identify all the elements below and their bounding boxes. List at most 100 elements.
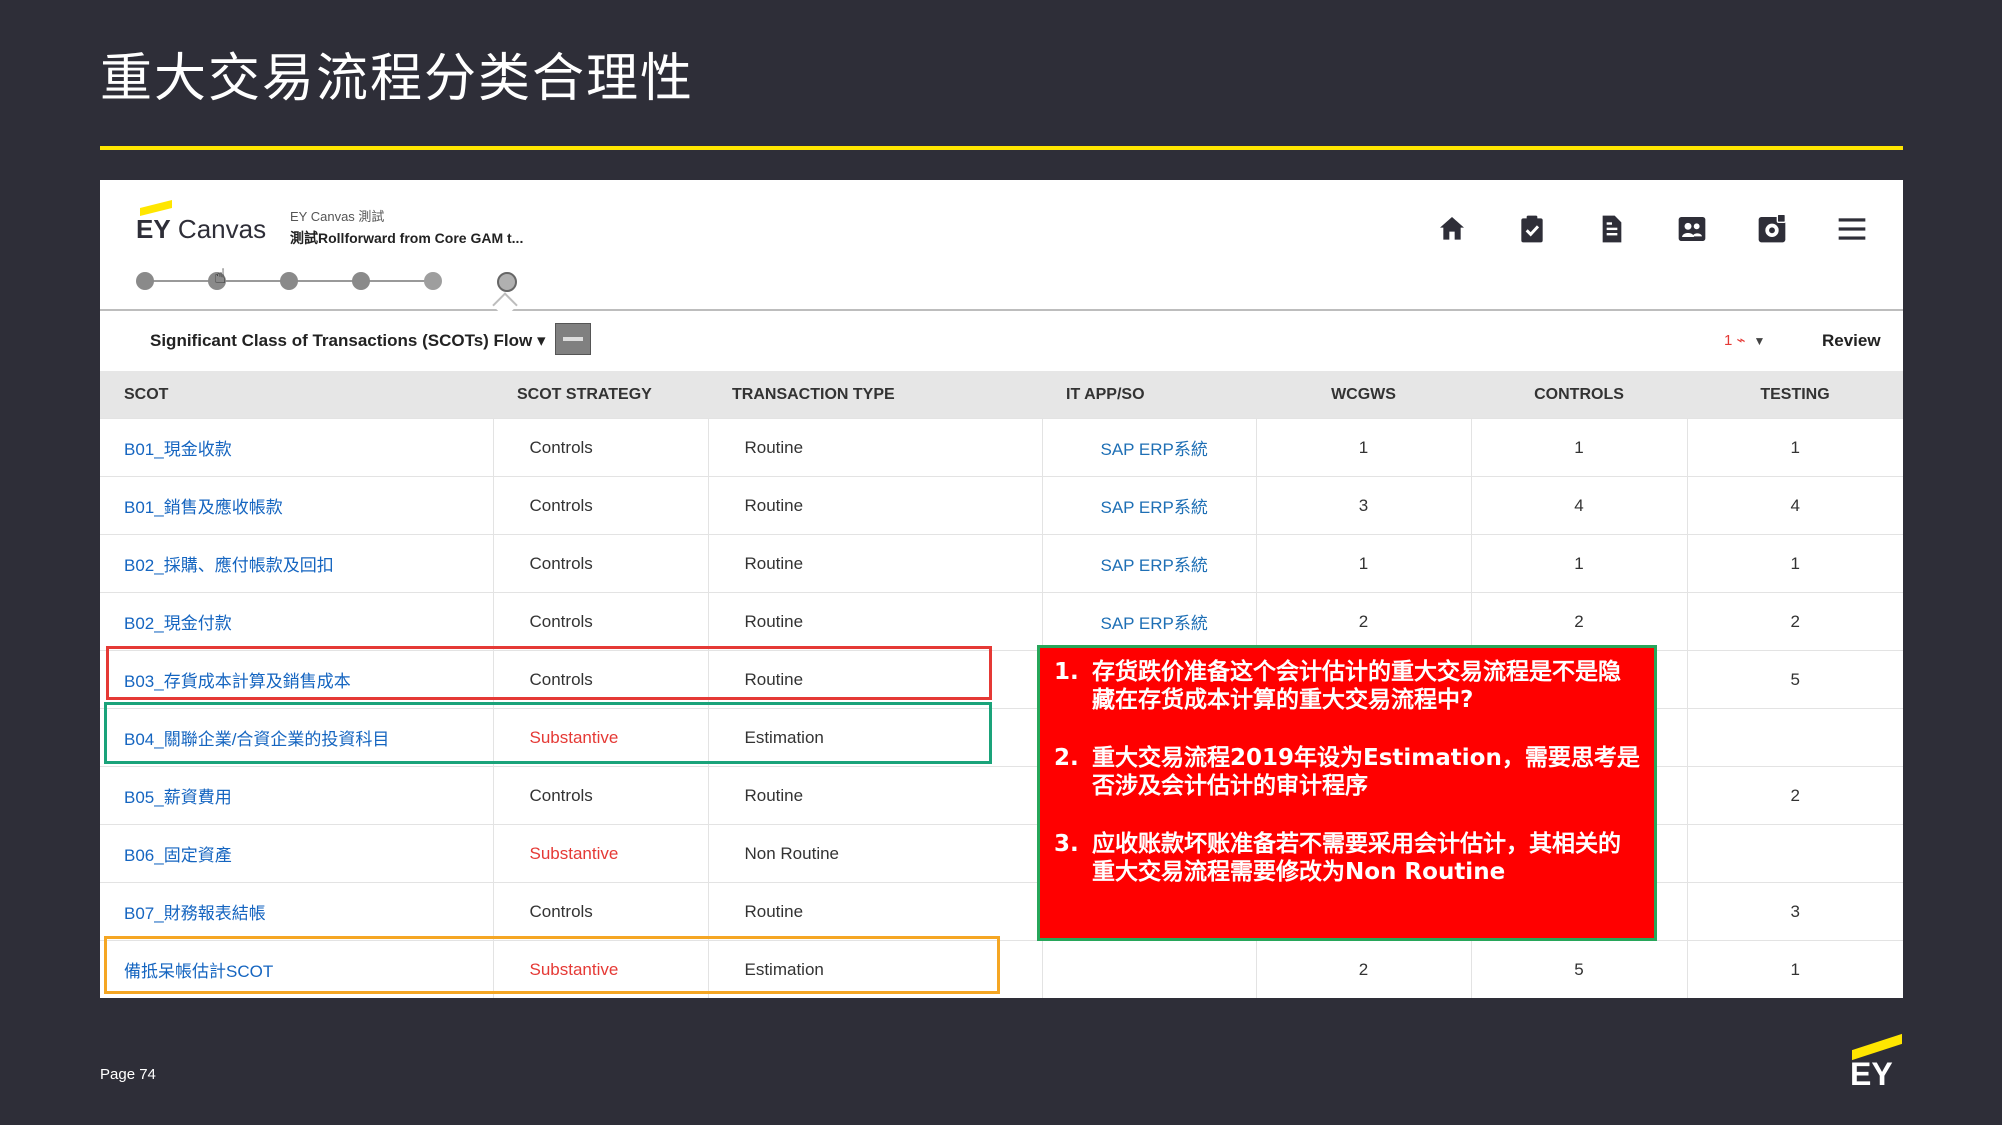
alert-indicator[interactable]: 1 ⌁ ▼ <box>1724 331 1765 349</box>
header-scot-strategy[interactable]: SCOT STRATEGY <box>493 371 708 419</box>
it-app-link[interactable]: SAP ERP系統 <box>1079 614 1208 633</box>
scot-strategy-cell: Substantive <box>529 959 619 979</box>
scot-link[interactable]: B01_現金收款 <box>124 440 232 459</box>
controls-cell: 1 <box>1471 534 1688 593</box>
scot-link[interactable]: B06_固定資產 <box>124 846 232 865</box>
transaction-type-cell: Estimation <box>744 959 824 979</box>
scot-strategy-cell: Controls <box>493 882 709 941</box>
scot-flow-dropdown[interactable]: Significant Class of Transactions (SCOTs… <box>150 331 546 351</box>
document-icon[interactable] <box>1595 212 1629 246</box>
scot-link[interactable]: B02_採購、應付帳款及回扣 <box>124 556 334 575</box>
clipboard-check-icon[interactable] <box>1515 212 1549 246</box>
testing-cell: 5 <box>1687 650 1903 709</box>
title-divider <box>100 146 1903 150</box>
engagement-name: EY Canvas 測試 <box>290 209 385 224</box>
scot-link[interactable]: B03_存貨成本計算及銷售成本 <box>124 672 351 691</box>
header-transaction-type[interactable]: TRANSACTION TYPE <box>708 371 1042 419</box>
scot-link[interactable]: B04_關聯企業/合資企業的投資科目 <box>124 730 389 749</box>
settings-gear-icon[interactable] <box>1755 212 1789 246</box>
table-header-row: SCOT SCOT STRATEGY TRANSACTION TYPE IT A… <box>100 371 1903 419</box>
scot-cell: B06_固定資產 <box>100 824 494 883</box>
controls-cell: 1 <box>1574 437 1584 457</box>
testing-cell: 1 <box>1687 418 1903 477</box>
testing-cell: 1 <box>1687 534 1903 593</box>
transaction-type-cell: Routine <box>708 882 1043 941</box>
scot-link[interactable]: B07_財務報表結帳 <box>124 904 266 923</box>
ey-canvas-logo[interactable]: EY Canvas <box>136 200 266 254</box>
transaction-type-cell: Routine <box>744 437 804 457</box>
top-nav-icons <box>1435 204 1869 254</box>
scot-link[interactable]: 備抵呆帳估計SCOT <box>124 962 273 981</box>
transaction-type-cell: Routine <box>708 592 1043 651</box>
callout-item-2: 2. 重大交易流程2019年设为Estimation，需要思考是否涉及会计估计的审… <box>1054 745 1640 799</box>
transaction-type-cell: Routine <box>708 534 1043 593</box>
engagement-subtitle: 測試Rollforward from Core GAM t... <box>290 230 524 246</box>
collapse-button[interactable] <box>555 323 591 355</box>
flow-toolbar: Significant Class of Transactions (SCOTs… <box>100 311 1903 371</box>
testing-cell: 2 <box>1687 766 1903 825</box>
table-row[interactable]: B01_銷售及應收帳款 Controls Routine SAP ERP系統 3 4 4 <box>100 476 1903 535</box>
scot-cell: B02_採購、應付帳款及回扣 <box>100 534 494 593</box>
scot-cell: B03_存貨成本計算及銷售成本 <box>100 650 494 709</box>
scot-strategy-cell: Controls <box>529 437 593 457</box>
testing-cell: 1 <box>1790 437 1800 457</box>
it-app-cell: SAP ERP系統 <box>1042 534 1257 593</box>
scot-strategy-cell: Controls <box>493 418 709 477</box>
callout-item-3: 3. 应收账款坏账准备若不需要采用会计估计，其相关的重大交易流程需要修改为Non … <box>1054 831 1621 885</box>
it-app-link[interactable]: SAP ERP系統 <box>1079 556 1208 575</box>
scot-strategy-cell: Substantive <box>493 824 709 883</box>
table-row[interactable]: 備抵呆帳估計SCOT Substantive Estimation 2 5 1 <box>100 940 1903 998</box>
scot-link[interactable]: B01_銷售及應收帳款 <box>124 498 283 517</box>
people-icon[interactable] <box>1675 212 1709 246</box>
scot-strategy-cell: Controls <box>529 495 593 515</box>
scot-strategy-cell: Controls <box>529 785 593 805</box>
ey-logo: EY <box>1848 1033 1904 1096</box>
scot-link[interactable]: B02_現金付款 <box>124 614 232 633</box>
transaction-type-cell: Routine <box>708 650 1043 709</box>
table-row[interactable]: B01_現金收款 Controls Routine SAP ERP系統 1 1 1 <box>100 418 1903 477</box>
scot-strategy-cell: Controls <box>493 766 709 825</box>
scot-cell: B01_現金收款 <box>100 418 494 477</box>
table-row[interactable]: B02_採購、應付帳款及回扣 Controls Routine SAP ERP系統 1 1… <box>100 534 1903 593</box>
scot-strategy-cell: Substantive <box>529 843 619 863</box>
alert-count: 1 <box>1724 332 1733 349</box>
phase-step-5[interactable] <box>424 272 442 290</box>
it-app-link[interactable] <box>1079 960 1101 979</box>
transaction-type-cell: Routine <box>744 553 804 573</box>
engagement-info[interactable]: EY Canvas 測試 測試Rollforward from Core GAM… <box>290 206 523 248</box>
callout-item-1: 1. 存货跌价准备这个会计估计的重大交易流程是不是隐藏在存货成本计算的重大交易流程… <box>1054 659 1621 713</box>
phase-step-4[interactable] <box>352 272 370 290</box>
wcgws-cell: 3 <box>1256 476 1472 535</box>
testing-cell <box>1687 824 1903 883</box>
transaction-type-cell: Routine <box>744 901 804 921</box>
transaction-type-cell: Estimation <box>744 727 824 747</box>
testing-cell <box>1687 708 1903 767</box>
header-scot[interactable]: SCOT <box>100 371 493 419</box>
header-controls[interactable]: CONTROLS <box>1471 371 1687 419</box>
phase-step-3[interactable] <box>280 272 298 290</box>
testing-cell: 4 <box>1687 476 1903 535</box>
table-row[interactable]: B02_現金付款 Controls Routine SAP ERP系統 2 2 2 <box>100 592 1903 651</box>
phase-step-1[interactable] <box>136 272 154 290</box>
scot-cell: B04_關聯企業/合資企業的投資科目 <box>100 708 494 767</box>
menu-icon[interactable] <box>1835 212 1869 246</box>
it-app-link[interactable]: SAP ERP系統 <box>1079 440 1208 459</box>
home-icon[interactable] <box>1435 212 1469 246</box>
transaction-type-cell: Routine <box>708 476 1043 535</box>
phase-step-6-active[interactable] <box>497 272 517 292</box>
wcgws-cell: 2 <box>1358 611 1369 631</box>
header-it-app[interactable]: IT APP/SO <box>1042 371 1256 419</box>
header-testing[interactable]: TESTING <box>1687 371 1903 419</box>
header-wcgws[interactable]: WCGWS <box>1256 371 1471 419</box>
annotation-callout: 1. 存货跌价准备这个会计估计的重大交易流程是不是隐藏在存货成本计算的重大交易流程… <box>1037 645 1657 941</box>
it-app-link[interactable]: SAP ERP系統 <box>1079 498 1208 517</box>
testing-cell: 3 <box>1687 882 1903 941</box>
scot-strategy-cell: Controls <box>493 534 709 593</box>
scot-cell: B01_銷售及應收帳款 <box>100 476 494 535</box>
review-button[interactable]: Review <box>1822 331 1881 351</box>
scot-strategy-cell: Substantive <box>493 708 709 767</box>
scot-link[interactable]: B05_薪資費用 <box>124 788 232 807</box>
scot-strategy-cell: Controls <box>529 901 593 921</box>
transaction-type-cell: Non Routine <box>744 843 840 863</box>
phase-stepper <box>136 270 442 292</box>
